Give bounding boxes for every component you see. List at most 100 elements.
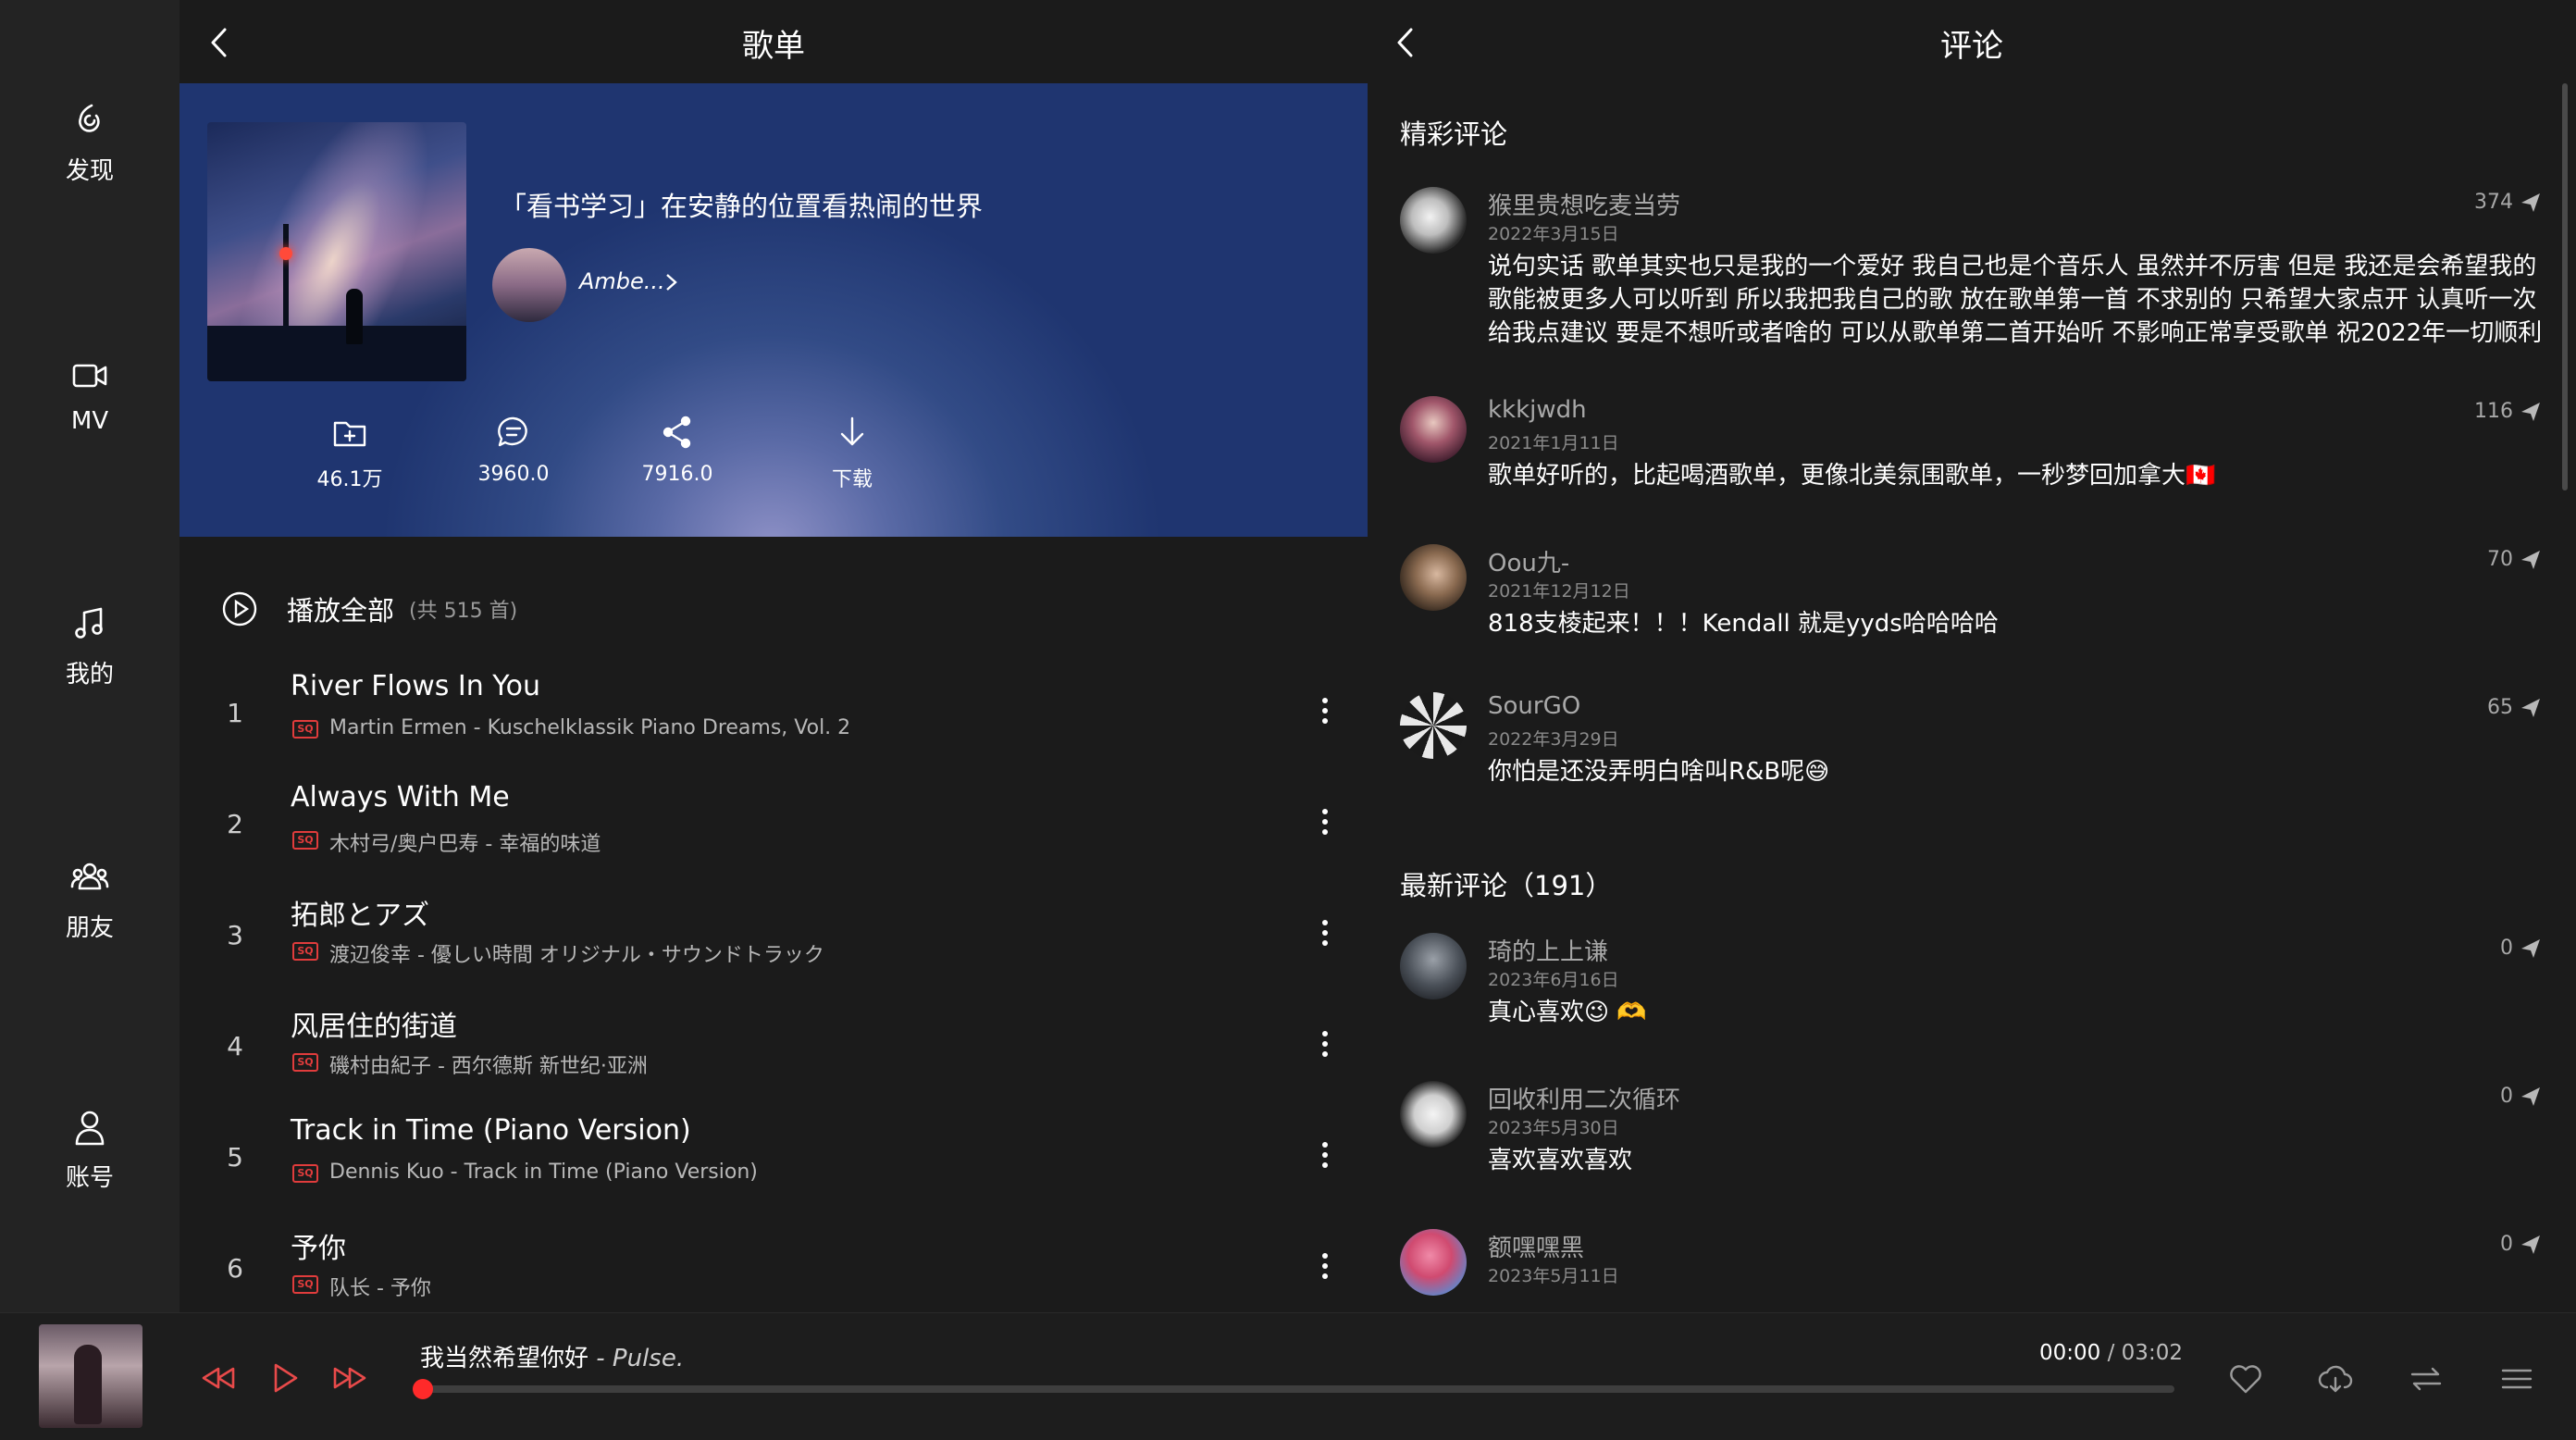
song-subtitle: 渡辺俊幸 - 優しい時間 オリジナル・サウンドトラック: [329, 944, 824, 967]
thumb-icon[interactable]: [2519, 548, 2543, 572]
song-subtitle: Dennis Kuo - Track in Time (Piano Versio…: [329, 1161, 758, 1184]
nav-label: 账号: [65, 1164, 114, 1192]
song-row[interactable]: 2 Always With Me SQ 木村弓/奥户巴寿 - 幸福的味道: [180, 774, 1368, 885]
comment-date: 2022年3月29日: [1488, 729, 1619, 750]
song-row[interactable]: 3 拓郎とアズ SQ 渡辺俊幸 - 優しい時間 オリジナル・サウンドトラック: [180, 885, 1368, 996]
song-index: 6: [227, 1253, 243, 1284]
latest-comments-title: 最新评论（191）: [1400, 870, 1613, 901]
comments-panel: 评论 精彩评论 猴里贵想吃麦当劳 2022年3月15日 374 说句实话 歌单其…: [1368, 0, 2576, 1312]
now-playing: 我当然希望你好 - Pulse.: [420, 1339, 684, 1373]
next-button[interactable]: [329, 1358, 370, 1398]
previous-button[interactable]: [198, 1358, 239, 1398]
user-avatar[interactable]: [1400, 396, 1467, 463]
sq-badge: SQ: [292, 1275, 318, 1294]
nav-item-mv[interactable]: MV: [0, 355, 180, 435]
nav-item-account[interactable]: 账号: [0, 1107, 180, 1193]
comment-user[interactable]: SourGO: [1488, 692, 1580, 720]
more-icon[interactable]: [1318, 809, 1332, 846]
chevron-right-icon[interactable]: [659, 268, 685, 296]
like-count: 0: [2500, 1085, 2513, 1108]
nav-item-mine[interactable]: 我的: [0, 603, 180, 689]
song-subtitle: 队长 - 予你: [329, 1277, 431, 1300]
current-time: 00:00: [2039, 1341, 2101, 1365]
more-icon[interactable]: [1318, 698, 1332, 735]
creator-avatar[interactable]: [492, 248, 566, 322]
comment-user[interactable]: 额嘿嘿黑: [1488, 1229, 1584, 1263]
song-index: 3: [227, 920, 243, 950]
comment-text: 歌单好听的，比起喝酒歌单，更像北美氛围歌单，一秒梦回加拿大🇨🇦: [1488, 462, 2216, 490]
like-count: 0: [2500, 937, 2513, 960]
user-avatar[interactable]: [1400, 544, 1467, 611]
progress-bar[interactable]: [413, 1379, 2174, 1399]
more-icon[interactable]: [1318, 920, 1332, 957]
share-count: 7916.0: [641, 463, 713, 486]
progress-knob[interactable]: [413, 1379, 433, 1399]
play-all-button[interactable]: 播放全部 (共 515 首): [220, 589, 517, 629]
thumb-icon[interactable]: [2519, 937, 2543, 961]
sq-badge: SQ: [292, 1053, 318, 1072]
now-playing-cover[interactable]: [39, 1324, 142, 1428]
thumb-icon[interactable]: [2519, 191, 2543, 215]
comment-user[interactable]: kkkjwdh: [1488, 396, 1587, 424]
side-nav: 发现 MV 我的 朋友 账号: [0, 0, 180, 1312]
song-row[interactable]: 6 予你 SQ 队长 - 予你: [180, 1218, 1368, 1312]
heart-icon: [2230, 1365, 2261, 1394]
repeat-button[interactable]: [2407, 1359, 2446, 1398]
play-icon: [274, 1363, 298, 1393]
comment-user[interactable]: 回收利用二次循环: [1488, 1081, 1680, 1115]
song-title: Always With Me: [291, 781, 510, 813]
more-icon[interactable]: [1318, 1142, 1332, 1179]
now-playing-artist: - Pulse.: [596, 1345, 685, 1372]
nav-item-discover[interactable]: 发现: [0, 100, 180, 186]
user-avatar[interactable]: [1400, 187, 1467, 254]
video-icon: [72, 364, 107, 388]
comment-user[interactable]: 琦的上上谦: [1488, 933, 1608, 967]
thumb-icon[interactable]: [2519, 696, 2543, 720]
thumb-icon[interactable]: [2519, 400, 2543, 424]
song-title: 拓郎とアズ: [291, 900, 429, 932]
rewind-icon: [202, 1367, 235, 1389]
song-subtitle: 磯村由紀子 - 西尔德斯 新世纪·亚洲: [329, 1055, 648, 1078]
playlist-name: 「看书学习」在安静的位置看热闹的世界: [500, 191, 984, 222]
like-count: 116: [2474, 400, 2513, 423]
user-avatar[interactable]: [1400, 692, 1467, 759]
song-count: (共 515 首): [409, 600, 518, 623]
user-avatar[interactable]: [1400, 933, 1467, 999]
share-button[interactable]: 7916.0: [603, 413, 751, 486]
play-button[interactable]: [265, 1358, 305, 1398]
user-avatar[interactable]: [1400, 1229, 1467, 1296]
comment-icon: [498, 416, 527, 447]
playlist-panel: 歌单 「看书学习」在安静的位置看热闹的世界 Ambe... 46.1万 3960…: [180, 0, 1368, 1312]
play-circle-icon: [222, 591, 257, 627]
more-icon[interactable]: [1318, 1031, 1332, 1068]
more-icon[interactable]: [1318, 1253, 1332, 1290]
comment-user[interactable]: 猴里贵想吃麦当劳: [1488, 187, 1680, 221]
comments-button[interactable]: 3960.0: [440, 413, 588, 486]
download-song-button[interactable]: [2316, 1359, 2355, 1398]
thumb-icon[interactable]: [2519, 1233, 2543, 1257]
comment-date: 2023年6月16日: [1488, 970, 1619, 990]
collect-button[interactable]: 46.1万: [276, 413, 424, 492]
user-avatar[interactable]: [1400, 1081, 1467, 1148]
song-row[interactable]: 1 River Flows In You SQ Martin Ermen - K…: [180, 663, 1368, 774]
cloud-download-icon: [2318, 1365, 2353, 1393]
download-button[interactable]: 下载: [778, 413, 926, 492]
nav-item-friends[interactable]: 朋友: [0, 857, 180, 943]
download-icon: [840, 416, 864, 446]
song-row[interactable]: 5 Track in Time (Piano Version) SQ Denni…: [180, 1107, 1368, 1218]
total-time: 03:02: [2121, 1341, 2183, 1365]
comment-user[interactable]: Oou九-: [1488, 544, 1569, 578]
play-all-label: 播放全部: [287, 595, 395, 627]
like-button[interactable]: [2226, 1359, 2265, 1398]
nav-label: 发现: [65, 157, 114, 185]
comments-title: 评论: [1940, 28, 2003, 65]
playlist-cover[interactable]: [207, 122, 466, 381]
repeat-icon: [2410, 1367, 2442, 1391]
queue-button[interactable]: [2497, 1359, 2536, 1398]
sq-badge: SQ: [292, 831, 318, 850]
thumb-icon[interactable]: [2519, 1085, 2543, 1109]
creator-name[interactable]: Ambe...: [579, 268, 665, 294]
comment-date: 2021年12月12日: [1488, 581, 1630, 602]
song-row[interactable]: 4 风居住的街道 SQ 磯村由紀子 - 西尔德斯 新世纪·亚洲: [180, 996, 1368, 1107]
comments-scrollbar[interactable]: [2562, 83, 2568, 490]
